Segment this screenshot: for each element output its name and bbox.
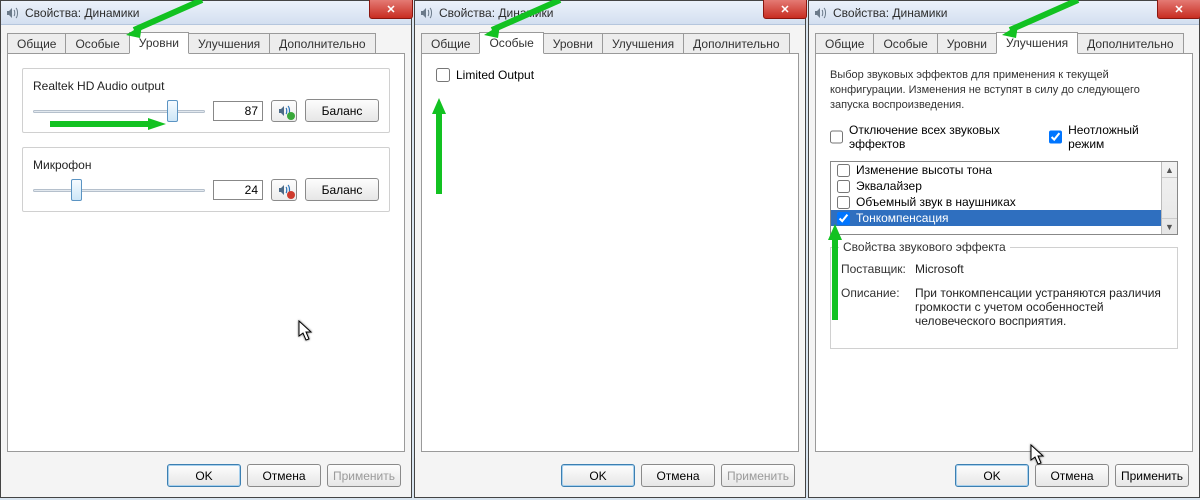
tab-general[interactable]: Общие	[7, 33, 66, 54]
tab-advanced[interactable]: Дополнительно	[683, 33, 789, 54]
output-balance-button[interactable]: Баланс	[305, 99, 379, 122]
disable-all-label: Отключение всех звуковых эффектов	[849, 123, 1037, 151]
mic-balance-button[interactable]: Баланс	[305, 178, 379, 201]
tab-advanced[interactable]: Дополнительно	[269, 33, 375, 54]
annotation-arrow-icon	[826, 222, 844, 322]
scroll-down-icon[interactable]: ▼	[1162, 218, 1177, 234]
tab-custom[interactable]: Особые	[65, 33, 129, 54]
effect-label: Изменение высоты тона	[856, 163, 992, 177]
mic-slider[interactable]	[33, 179, 205, 201]
custom-pane: Limited Output	[421, 53, 799, 452]
limited-output-checkbox[interactable]	[436, 68, 450, 82]
mic-mute-button[interactable]	[271, 179, 297, 201]
tab-general[interactable]: Общие	[815, 33, 874, 54]
vendor-key: Поставщик:	[841, 262, 915, 276]
disable-all-option[interactable]: Отключение всех звуковых эффектов	[830, 123, 1037, 151]
effects-list[interactable]: Изменение высоты тона Эквалайзер Объемны…	[830, 161, 1178, 235]
titlebar[interactable]: Свойства: Динамики ✕	[415, 1, 805, 25]
effect-label: Объемный звук в наушниках	[856, 195, 1016, 209]
desc-key: Описание:	[841, 286, 915, 328]
close-button[interactable]: ✕	[763, 0, 807, 19]
limited-output-option[interactable]: Limited Output	[436, 68, 534, 82]
close-button[interactable]: ✕	[1157, 0, 1200, 19]
mic-value: 24	[213, 180, 263, 200]
vendor-value: Microsoft	[915, 262, 1167, 276]
close-icon: ✕	[1174, 3, 1183, 16]
cancel-button[interactable]: Отмена	[1035, 464, 1109, 487]
enhance-description: Выбор звуковых эффектов для применения к…	[830, 68, 1178, 113]
cancel-button[interactable]: Отмена	[247, 464, 321, 487]
tab-levels[interactable]: Уровни	[937, 33, 997, 54]
output-mute-button[interactable]	[271, 100, 297, 122]
apply-button[interactable]: Применить	[1115, 464, 1189, 487]
tab-advanced[interactable]: Дополнительно	[1077, 33, 1183, 54]
speaker-icon	[5, 6, 19, 20]
tab-enhance[interactable]: Улучшения	[602, 33, 684, 54]
effect-label: Эквалайзер	[856, 179, 922, 193]
urgent-mode-checkbox[interactable]	[1049, 130, 1062, 144]
output-label: Realtek HD Audio output	[33, 79, 379, 93]
effect-checkbox[interactable]	[837, 180, 850, 193]
list-item[interactable]: Объемный звук в наушниках	[831, 194, 1161, 210]
annotation-arrow-icon	[122, 0, 212, 40]
urgent-mode-option[interactable]: Неотложный режим	[1049, 123, 1166, 151]
desc-value: При тонкомпенсации устраняются различия …	[915, 286, 1167, 328]
window-title: Свойства: Динамики	[833, 6, 947, 20]
mic-group: Микрофон 24 Баланс	[22, 147, 390, 212]
list-item[interactable]: Эквалайзер	[831, 178, 1161, 194]
list-item-selected[interactable]: Тонкомпенсация	[831, 210, 1161, 226]
cursor-icon	[1030, 444, 1046, 471]
status-muted-icon	[287, 191, 295, 199]
disable-all-checkbox[interactable]	[830, 130, 843, 144]
close-icon: ✕	[780, 3, 789, 16]
scroll-up-icon[interactable]: ▲	[1162, 162, 1177, 178]
effect-label: Тонкомпенсация	[856, 211, 949, 225]
ok-button[interactable]: OK	[955, 464, 1029, 487]
tab-custom[interactable]: Особые	[873, 33, 937, 54]
ok-button[interactable]: OK	[561, 464, 635, 487]
apply-button[interactable]: Применить	[721, 464, 795, 487]
annotation-arrow-icon	[430, 96, 448, 196]
limited-output-label: Limited Output	[456, 68, 534, 82]
cursor-icon	[298, 320, 314, 347]
speaker-icon	[419, 6, 433, 20]
annotation-arrow-icon	[480, 0, 570, 40]
speaker-icon	[813, 6, 827, 20]
ok-button[interactable]: OK	[167, 464, 241, 487]
levels-pane: Realtek HD Audio output 87 Баланс Микроф…	[7, 53, 405, 452]
effect-checkbox[interactable]	[837, 196, 850, 209]
urgent-mode-label: Неотложный режим	[1068, 123, 1166, 151]
list-item[interactable]: Изменение высоты тона	[831, 162, 1161, 178]
annotation-arrow-icon	[48, 116, 168, 132]
cancel-button[interactable]: Отмена	[641, 464, 715, 487]
properties-legend: Свойства звукового эффекта	[839, 240, 1010, 254]
enhance-pane: Выбор звуковых эффектов для применения к…	[815, 53, 1193, 452]
annotation-arrow-icon	[998, 0, 1088, 40]
status-on-icon	[287, 112, 295, 120]
mic-label: Микрофон	[33, 158, 379, 172]
close-button[interactable]: ✕	[369, 0, 413, 19]
apply-button[interactable]: Применить	[327, 464, 401, 487]
output-value: 87	[213, 101, 263, 121]
close-icon: ✕	[386, 3, 395, 16]
tab-general[interactable]: Общие	[421, 33, 480, 54]
effect-properties: Свойства звукового эффекта Поставщик:Mic…	[830, 247, 1178, 349]
effect-checkbox[interactable]	[837, 164, 850, 177]
scrollbar[interactable]: ▲ ▼	[1161, 162, 1177, 234]
